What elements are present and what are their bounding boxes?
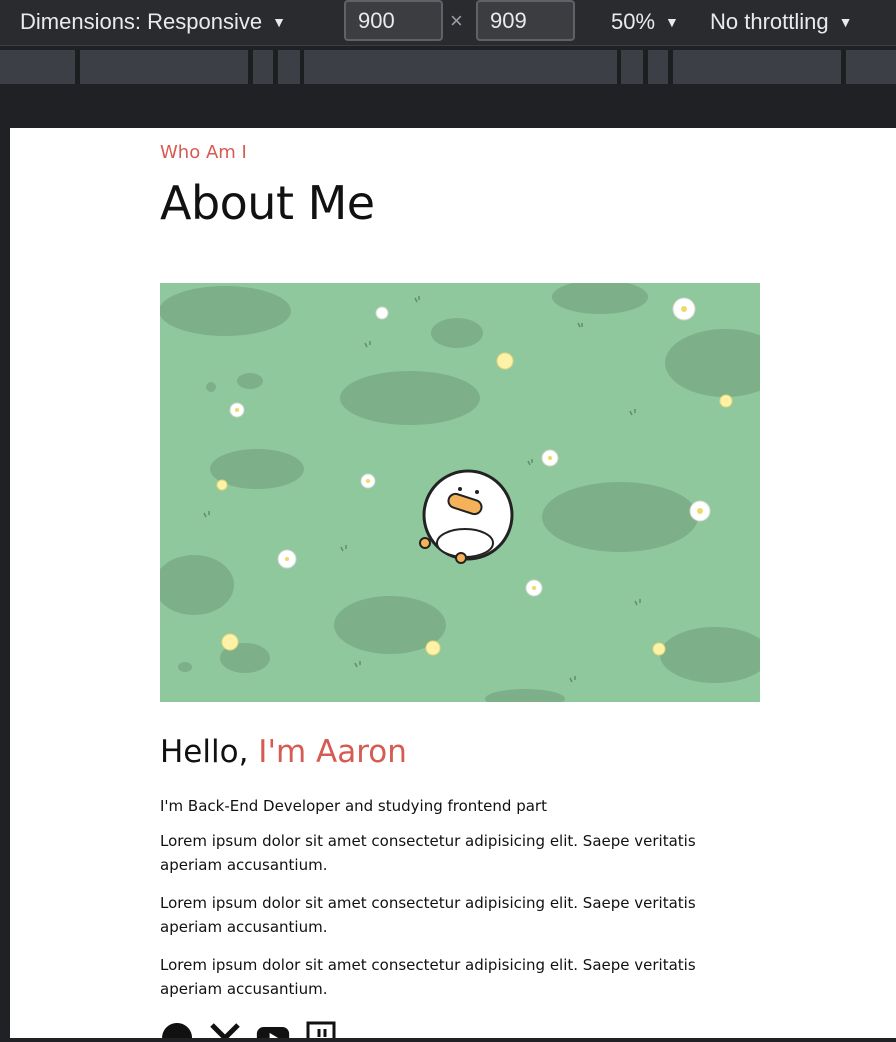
media-query-segment[interactable] — [0, 50, 75, 84]
dimensions-dropdown[interactable]: Dimensions: Responsive ▼ — [20, 0, 286, 44]
media-query-segment[interactable] — [304, 50, 617, 84]
x-icon[interactable] — [208, 1021, 242, 1038]
social-links — [160, 1021, 338, 1038]
zoom-dropdown[interactable]: 50% ▼ — [611, 0, 679, 44]
media-query-segment[interactable] — [621, 50, 643, 84]
section-kicker: Who Am I — [160, 142, 247, 163]
media-query-segment[interactable] — [648, 50, 668, 84]
intro-text: I'm Back-End Developer and studying fron… — [160, 797, 547, 815]
device-viewport: Who Am I About Me Hello, I'm Aaron I'm B… — [10, 128, 896, 1038]
bio-paragraph: Lorem ipsum dolor sit amet consectetur a… — [160, 894, 696, 936]
greeting-prefix: Hello, — [160, 734, 259, 770]
github-icon[interactable] — [160, 1021, 194, 1038]
chevron-down-icon: ▼ — [665, 14, 679, 30]
greeting-name: I'm Aaron — [258, 734, 407, 770]
youtube-icon[interactable] — [256, 1021, 290, 1038]
page-title: About Me — [160, 176, 375, 230]
devtools-toolbar: Dimensions: Responsive ▼ × 50% ▼ No thro… — [0, 0, 896, 46]
chevron-down-icon: ▼ — [838, 14, 853, 30]
media-query-bar — [0, 50, 896, 84]
media-query-segment[interactable] — [846, 50, 896, 84]
zoom-label: 50% — [611, 9, 656, 34]
hero-image — [160, 283, 760, 702]
viewport-bottom-edge — [0, 1038, 896, 1042]
dimensions-label: Dimensions: Responsive — [20, 9, 263, 34]
bio-paragraph: Lorem ipsum dolor sit amet consectetur a… — [160, 956, 696, 998]
chevron-down-icon: ▼ — [272, 14, 286, 30]
throttling-label: No throttling — [710, 9, 829, 34]
width-input[interactable] — [344, 0, 443, 41]
bio-paragraph: Lorem ipsum dolor sit amet consectetur a… — [160, 832, 696, 874]
media-query-segment[interactable] — [278, 50, 300, 84]
times-icon: × — [450, 8, 463, 33]
media-query-segment[interactable] — [80, 50, 248, 84]
height-input[interactable] — [476, 0, 575, 41]
throttling-dropdown[interactable]: No throttling ▼ — [710, 0, 852, 44]
greeting-heading: Hello, I'm Aaron — [160, 734, 407, 770]
media-query-segment[interactable] — [253, 50, 273, 84]
twitch-icon[interactable] — [304, 1021, 338, 1038]
media-query-segment[interactable] — [673, 50, 841, 84]
